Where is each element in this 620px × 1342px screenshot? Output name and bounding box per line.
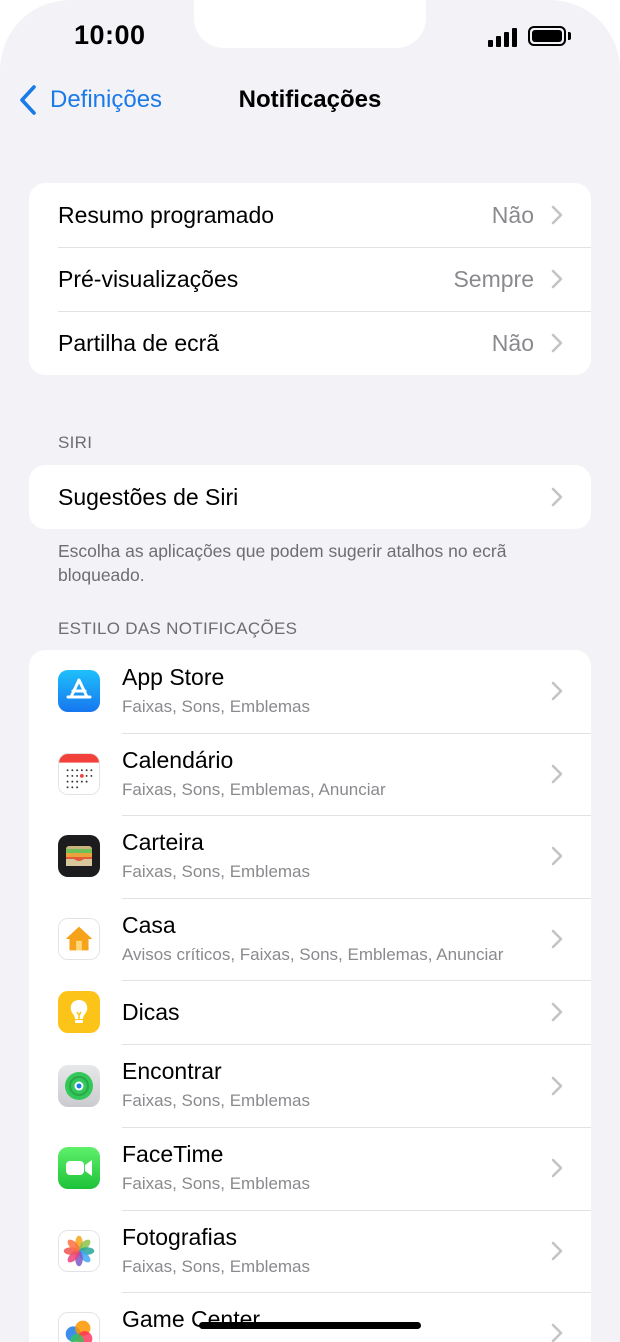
app-store-icon [58, 670, 100, 713]
app-name: Calendário [122, 746, 234, 773]
chevron-right-icon [551, 333, 563, 353]
photos-icon [58, 1229, 100, 1272]
battery-icon [528, 26, 566, 46]
row-value: Não [491, 201, 534, 228]
list-item-calendar[interactable]: Calendário Faixas, Sons, Emblemas, Anunc… [29, 732, 591, 816]
find-my-icon [58, 1064, 100, 1107]
row-siri-suggestions[interactable]: Sugestões de Siri [29, 465, 591, 529]
app-notification-summary: Faixas, Sons, Emblemas [122, 1173, 311, 1193]
app-name: App Store [122, 664, 225, 690]
row-scheduled-summary[interactable]: Resumo programado Não [29, 183, 591, 247]
chevron-right-icon [551, 847, 563, 866]
chevron-right-icon [551, 269, 563, 289]
app-name: Encontrar [122, 1058, 222, 1085]
app-name: Game Center [122, 1306, 261, 1333]
list-item-find-my[interactable]: Encontrar Faixas, Sons, Emblemas [29, 1044, 591, 1127]
notch [194, 0, 426, 48]
app-name: Dicas [122, 999, 180, 1026]
list-item-wallet[interactable]: Carteira Faixas, Sons, Emblemas [29, 815, 591, 898]
app-notification-summary: Faixas, Sons, Emblemas, Anunciar [122, 779, 386, 799]
row-label: Pré-visualizações [58, 265, 239, 292]
chevron-right-icon [551, 929, 563, 949]
row-value: Não [491, 329, 534, 356]
chevron-right-icon [551, 205, 563, 225]
calendar-icon [58, 752, 100, 795]
status-time: 10:00 [74, 20, 146, 50]
app-name: Casa [122, 911, 176, 938]
chevron-right-icon [551, 1241, 563, 1261]
app-list: App Store Faixas, Sons, Emblemas Calendá… [29, 650, 591, 1342]
app-notification-summary: Avisos críticos, Faixas, Sons, Emblemas,… [122, 944, 504, 964]
row-previews[interactable]: Pré-visualizações Sempre [29, 247, 591, 311]
app-notification-summary: Faixas, Sons, Emblemas [122, 1256, 311, 1276]
chevron-right-icon [551, 1076, 563, 1095]
wallet-icon [58, 835, 100, 878]
settings-group-siri: Sugestões de Siri [29, 465, 591, 529]
section-header-notification-style: ESTILO DAS NOTIFICAÇÕES [58, 619, 298, 638]
cellular-signal-icon [488, 28, 520, 47]
app-notification-summary: Faixas, Sons, Emblemas [122, 862, 311, 882]
phone-screen: 10:00 Definições Notificações Resumo pro… [0, 0, 620, 1342]
app-notification-summary: Faixas, Sons, Emblemas [122, 1091, 311, 1111]
tips-icon [58, 991, 100, 1034]
section-header-siri: SIRI [58, 433, 93, 452]
app-name: Carteira [122, 829, 204, 856]
app-name: Fotografias [122, 1223, 238, 1250]
chevron-right-icon [551, 1158, 563, 1178]
list-item-app-store[interactable]: App Store Faixas, Sons, Emblemas [29, 650, 591, 733]
list-item-game-center[interactable]: Game Center [29, 1292, 591, 1342]
chevron-right-icon [551, 1003, 563, 1022]
list-item-tips[interactable]: Dicas [29, 980, 591, 1044]
chevron-right-icon [551, 681, 563, 701]
chevron-right-icon [551, 487, 563, 507]
siri-footer-text: Escolha as aplicações que podem sugerir … [58, 541, 507, 585]
settings-group-general: Resumo programado Não Pré-visualizações … [29, 183, 591, 375]
facetime-icon [58, 1147, 100, 1190]
list-item-photos[interactable]: Fotografias Faixas, Sons, Emblemas [29, 1209, 591, 1293]
home-icon [58, 918, 100, 961]
row-label: Resumo programado [58, 201, 275, 228]
home-indicator[interactable] [199, 1322, 421, 1329]
game-center-icon [58, 1312, 100, 1342]
row-value: Sempre [453, 265, 534, 292]
row-label: Partilha de ecrã [58, 329, 220, 356]
chevron-right-icon [551, 1324, 563, 1342]
page-title: Notificações [238, 86, 382, 113]
app-notification-summary: Faixas, Sons, Emblemas [122, 697, 311, 716]
list-item-facetime[interactable]: FaceTime Faixas, Sons, Emblemas [29, 1126, 591, 1210]
row-screen-sharing[interactable]: Partilha de ecrã Não [29, 311, 591, 375]
battery-cap [568, 32, 571, 40]
row-label: Sugestões de Siri [58, 483, 239, 510]
chevron-right-icon [551, 764, 563, 784]
app-name: FaceTime [122, 1140, 224, 1167]
list-item-home[interactable]: Casa Avisos críticos, Faixas, Sons, Embl… [29, 897, 591, 981]
